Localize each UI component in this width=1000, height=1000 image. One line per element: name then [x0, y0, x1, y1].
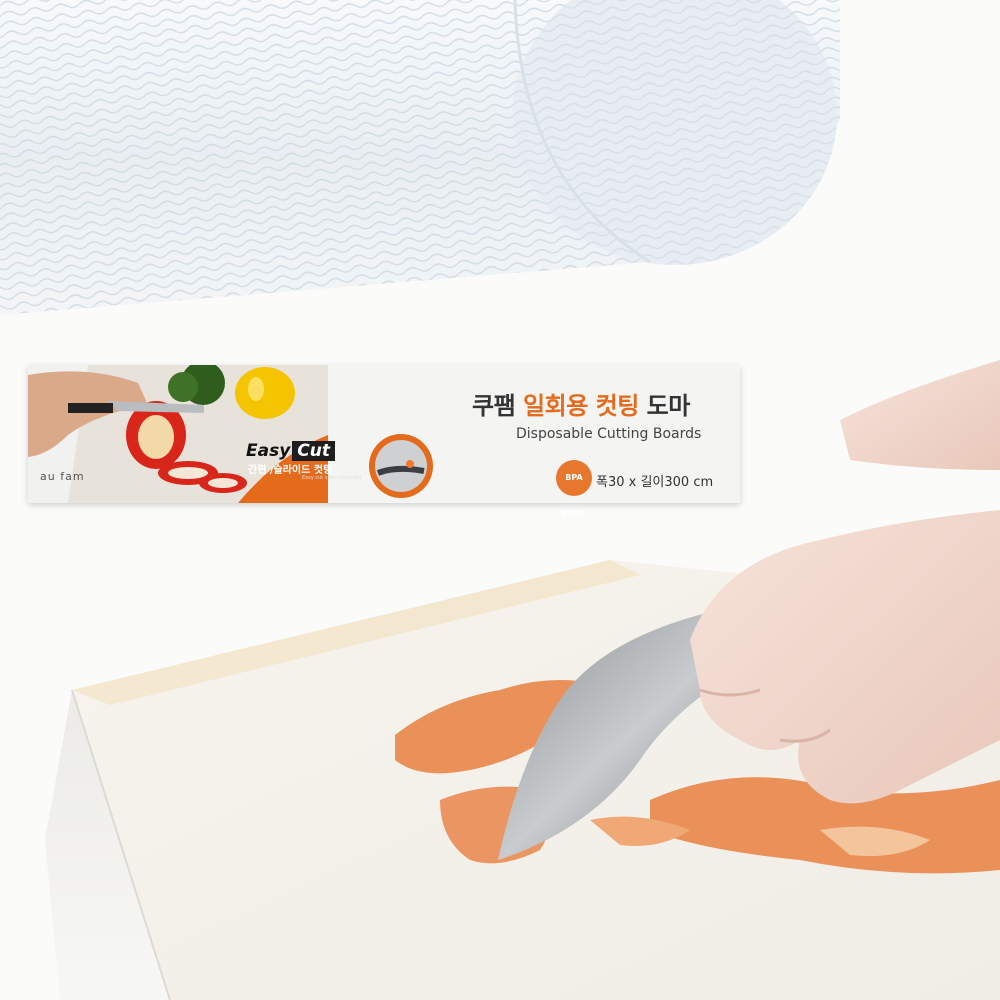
product-title-english: Disposable Cutting Boards	[516, 426, 702, 442]
brand-logo: au fam	[40, 470, 85, 483]
bpa-free-badge: BPA FREE	[556, 460, 592, 518]
easy-cut-logo: Easy Cut 간편 /슬라이드 컷팅 Easy cut slider incl…	[246, 441, 364, 485]
easy-cut-tagline: Easy cut slider included	[302, 475, 362, 481]
product-title-tail: 도마	[646, 392, 691, 420]
product-title-korean: 쿠팸 일회용 컷팅 도마	[472, 386, 690, 421]
easy-cut-logo-cut: Cut	[292, 441, 336, 461]
slider-cutter-badge	[369, 434, 433, 498]
roll-illustration	[0, 0, 840, 315]
size-spec: 폭30 x 길이300 cm	[596, 475, 714, 490]
product-scene: au fam Easy Cut 간편 /슬라이드 컷팅 Easy cut slid…	[0, 0, 1000, 1000]
product-title-brand: 쿠팸	[472, 392, 516, 420]
easy-cut-logo-easy: Easy	[246, 441, 291, 461]
easy-cut-subtitle: 간편 /슬라이드 컷팅	[248, 465, 333, 476]
product-title-highlight: 일회용 컷팅	[523, 392, 639, 420]
